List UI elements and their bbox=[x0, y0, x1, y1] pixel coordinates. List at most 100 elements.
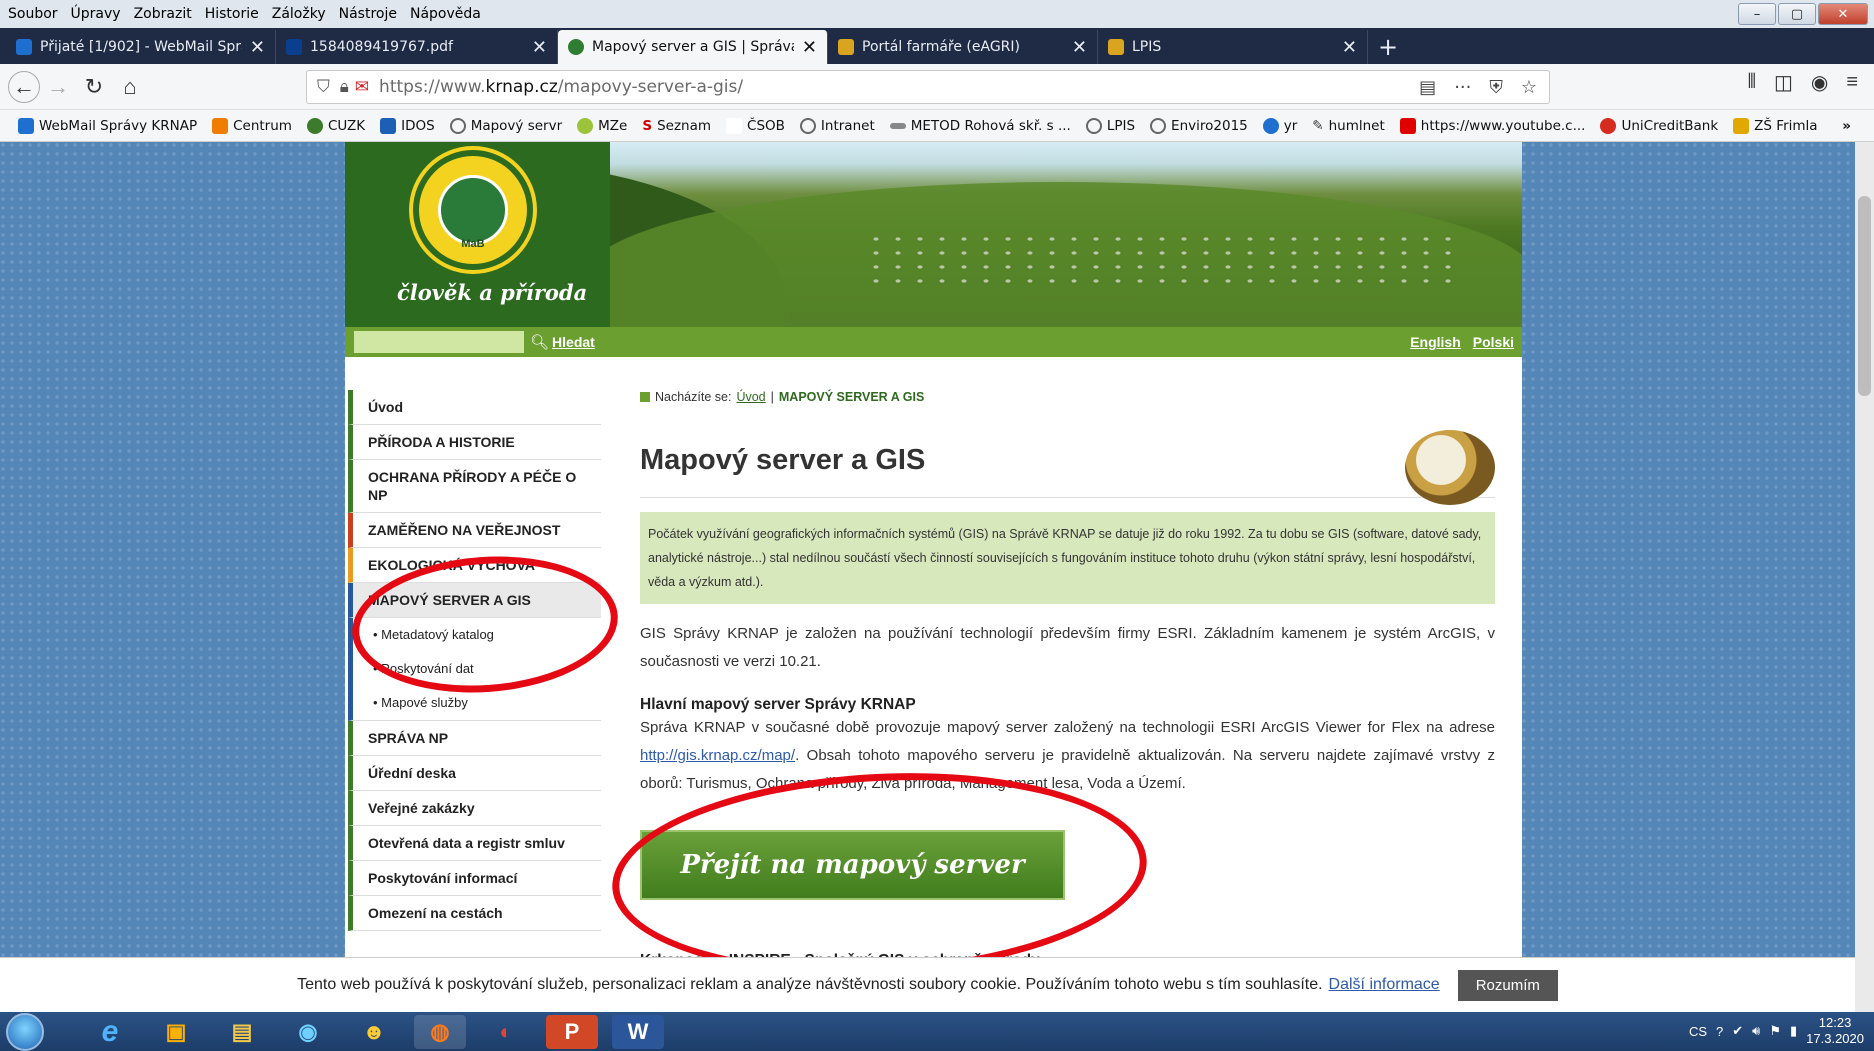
menu-soubor[interactable]: Soubor bbox=[8, 6, 58, 22]
help-icon[interactable]: ? bbox=[1716, 1024, 1723, 1039]
reload-icon[interactable]: ↻ bbox=[76, 69, 112, 105]
tab-lpis[interactable]: LPIS ✕ bbox=[1098, 30, 1368, 64]
nav-sprava-np[interactable]: SPRÁVA NP bbox=[348, 721, 601, 756]
nav-verejne-zakazky[interactable]: Veřejné zakázky bbox=[348, 791, 601, 826]
language-indicator[interactable]: CS bbox=[1689, 1024, 1707, 1039]
nav-ekologicka-vychova[interactable]: EKOLOGICKÁ VÝCHOVA bbox=[348, 548, 601, 583]
bookmark-item[interactable]: Intranet bbox=[799, 117, 875, 134]
menu-zobrazit[interactable]: Zobrazit bbox=[134, 6, 192, 22]
bookmark-item[interactable]: Mapový servr bbox=[449, 117, 562, 134]
bookmark-item[interactable]: ČSOB bbox=[726, 117, 785, 134]
bookmark-item[interactable]: S Seznam bbox=[642, 118, 711, 134]
clock[interactable]: 12:23 17.3.2020 bbox=[1806, 1015, 1864, 1047]
page-scrollbar[interactable] bbox=[1855, 142, 1874, 1012]
nav-mapovy-server-gis[interactable]: MAPOVÝ SERVER A GIS bbox=[348, 583, 601, 618]
bookmark-star-icon[interactable]: ☆ bbox=[1521, 77, 1537, 98]
nav-priroda-historie[interactable]: PŘÍRODA A HISTORIE bbox=[348, 425, 601, 460]
nav-zamereno-verejnost[interactable]: ZAMĚŘENO NA VEŘEJNOST bbox=[348, 513, 601, 548]
home-icon[interactable]: ⌂ bbox=[112, 69, 148, 105]
page-actions-icon[interactable]: ··· bbox=[1454, 77, 1471, 98]
bookmark-item[interactable]: Enviro2015 bbox=[1150, 117, 1248, 134]
cookie-more-link[interactable]: Další informace bbox=[1329, 976, 1440, 994]
bookmark-item[interactable]: ZŠ Frimla bbox=[1733, 117, 1818, 134]
sidebar-icon[interactable]: ◫ bbox=[1774, 70, 1793, 95]
nav-uredni-deska[interactable]: Úřední deska bbox=[348, 756, 601, 791]
krnap-logo[interactable]: MaB bbox=[413, 150, 533, 270]
start-button[interactable] bbox=[6, 1012, 44, 1051]
cookie-accept-button[interactable]: Rozumím bbox=[1457, 969, 1558, 1001]
menu-nastroje[interactable]: Nástroje bbox=[339, 6, 397, 22]
search-link[interactable]: Hledat bbox=[552, 334, 595, 350]
minimize-icon[interactable]: – bbox=[1738, 3, 1776, 25]
ie-icon[interactable]: e bbox=[84, 1015, 136, 1049]
firefox-icon[interactable]: ◍ bbox=[414, 1014, 466, 1049]
nav-otevrena-data[interactable]: Otevřená data a registr smluv bbox=[348, 826, 601, 861]
nav-poskytovani-dat[interactable]: • Poskytování dat bbox=[348, 652, 601, 686]
media-icon[interactable]: ▣ bbox=[150, 1015, 202, 1049]
gis-server-link[interactable]: http://gis.krnap.cz/map/ bbox=[640, 747, 795, 764]
language-switch: English Polski bbox=[1410, 334, 1514, 350]
hamburger-menu-icon[interactable]: ≡ bbox=[1846, 71, 1858, 94]
app2-icon[interactable]: ☻ bbox=[348, 1015, 400, 1049]
bookmark-item[interactable]: IDOS bbox=[380, 117, 435, 134]
bookmarks-overflow-icon[interactable]: » bbox=[1842, 118, 1851, 134]
library-icon[interactable]: ⫴ bbox=[1748, 71, 1756, 94]
tab-eagri[interactable]: Portál farmáře (eAGRI) ✕ bbox=[828, 30, 1098, 64]
nav-metadatovy-katalog[interactable]: • Metadatový katalog bbox=[348, 618, 601, 652]
go-to-map-server-button[interactable]: Přejít na mapový server bbox=[640, 830, 1065, 900]
shield-icon[interactable]: ⛉ bbox=[317, 77, 330, 97]
word-icon[interactable]: W bbox=[612, 1014, 664, 1049]
close-tab-icon[interactable]: ✕ bbox=[532, 37, 547, 58]
maximize-icon[interactable]: ▢ bbox=[1778, 3, 1816, 25]
scrollbar-thumb[interactable] bbox=[1858, 196, 1871, 396]
shield-check-icon[interactable]: ✔ bbox=[1732, 1023, 1743, 1039]
menu-zalozky[interactable]: Záložky bbox=[272, 6, 326, 22]
network-icon[interactable]: ▮ bbox=[1790, 1023, 1797, 1039]
pocket-icon[interactable]: ⛨ bbox=[1489, 77, 1503, 98]
lang-polski-link[interactable]: Polski bbox=[1473, 334, 1514, 350]
bookmark-item[interactable]: CUZK bbox=[306, 117, 365, 134]
menu-upravy[interactable]: Úpravy bbox=[71, 6, 121, 22]
url-bar[interactable]: ⛉ 🔒︎ ✉ https://www. krnap.cz/mapovy-serve… bbox=[306, 70, 1550, 104]
bookmark-item[interactable]: UniCreditBank bbox=[1600, 117, 1718, 134]
lock-icon[interactable]: 🔒︎ bbox=[340, 77, 349, 97]
nav-omezeni-na-cestach[interactable]: Omezení na cestách bbox=[348, 896, 601, 931]
search-input[interactable] bbox=[354, 331, 524, 353]
explorer-icon[interactable]: ▤ bbox=[216, 1015, 268, 1049]
flag-icon[interactable]: ⚑ bbox=[1769, 1023, 1781, 1039]
back-icon[interactable]: ← bbox=[8, 70, 40, 103]
volume-icon[interactable]: 🔊︎ bbox=[1752, 1023, 1760, 1039]
bookmark-item[interactable]: ✎ humlnet bbox=[1312, 118, 1384, 134]
breadcrumb-home-link[interactable]: Úvod bbox=[736, 390, 765, 404]
close-window-icon[interactable]: ✕ bbox=[1818, 3, 1868, 25]
menu-napoveda[interactable]: Nápověda bbox=[410, 6, 481, 22]
close-tab-icon[interactable]: ✕ bbox=[1072, 37, 1087, 58]
close-tab-icon[interactable]: ✕ bbox=[1342, 37, 1357, 58]
bookmark-item[interactable]: https://www.youtube.c... bbox=[1399, 117, 1585, 134]
bookmark-item[interactable]: MZe bbox=[577, 117, 627, 134]
bookmark-item[interactable]: LPIS bbox=[1085, 117, 1135, 134]
nav-ochrana-prirody[interactable]: OCHRANA PŘÍRODY A PÉČE O NP bbox=[348, 460, 601, 513]
chrome-icon[interactable]: ◐ bbox=[480, 1015, 532, 1049]
powerpoint-icon[interactable]: P bbox=[546, 1014, 598, 1049]
nav-uvod[interactable]: Úvod bbox=[348, 390, 601, 425]
close-tab-icon[interactable]: ✕ bbox=[802, 37, 817, 58]
nav-mapove-sluzby[interactable]: • Mapové služby bbox=[348, 686, 601, 721]
bookmark-item[interactable]: yr bbox=[1262, 117, 1297, 134]
bookmark-item[interactable]: Centrum bbox=[212, 117, 292, 134]
nav-poskytovani-informaci[interactable]: Poskytování informací bbox=[348, 861, 601, 896]
lang-english-link[interactable]: English bbox=[1410, 334, 1461, 350]
app-icon[interactable]: ◉ bbox=[282, 1015, 334, 1049]
close-tab-icon[interactable]: ✕ bbox=[250, 37, 265, 58]
tab-webmail[interactable]: Přijaté [1/902] - WebMail Správy KR ✕ bbox=[6, 30, 276, 64]
account-icon[interactable]: ◉ bbox=[1811, 70, 1828, 95]
bookmark-item[interactable]: METOD Rohová skř. s ... bbox=[889, 118, 1071, 134]
tab-pdf[interactable]: 1584089419767.pdf ✕ bbox=[276, 30, 558, 64]
bookmark-item[interactable]: WebMail Správy KRNAP bbox=[18, 117, 197, 134]
search-icon[interactable]: 🔍︎ bbox=[530, 333, 549, 351]
forward-icon[interactable]: → bbox=[40, 69, 76, 105]
tab-mapovy-server[interactable]: Mapový server a GIS | Správa K ✕ bbox=[558, 30, 828, 64]
new-tab-button[interactable]: + bbox=[1368, 30, 1408, 64]
reader-view-icon[interactable]: ▤ bbox=[1419, 77, 1436, 98]
menu-historie[interactable]: Historie bbox=[205, 6, 259, 22]
